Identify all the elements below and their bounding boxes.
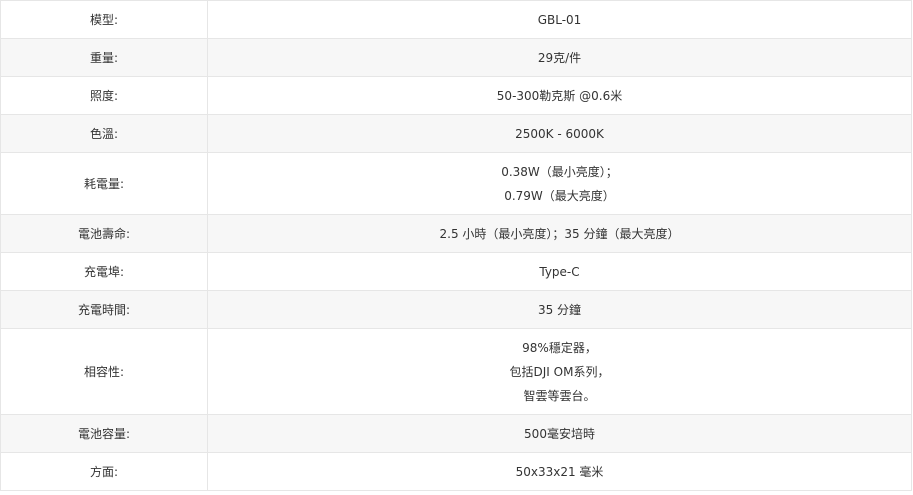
spec-value-line: 35 分鐘 — [537, 302, 582, 317]
spec-label: 模型: — [0, 0, 208, 39]
spec-row-dimensions: 方面: 50x33x21 毫米 — [0, 452, 912, 491]
spec-value-line: 智雲等雲台。 — [523, 388, 596, 403]
spec-row-weight: 重量: 29克/件 — [0, 38, 912, 77]
spec-value: Type-C — [207, 252, 912, 291]
spec-row-model: 模型: GBL-01 — [0, 0, 912, 39]
spec-value-line: 500毫安培時 — [524, 426, 595, 441]
spec-value: 50x33x21 毫米 — [207, 452, 912, 491]
spec-value-line: 98%穩定器， — [522, 340, 597, 355]
spec-label: 充電時間: — [0, 290, 208, 329]
spec-value: GBL-01 — [207, 0, 912, 39]
spec-value-line: 2.5 小時（最小亮度）；35 分鐘（最大亮度） — [439, 226, 680, 241]
spec-value-line: 50-300勒克斯 @0.6米 — [496, 88, 623, 103]
spec-value-line: GBL-01 — [537, 12, 582, 27]
spec-value: 98%穩定器， 包括DJI OM系列， 智雲等雲台。 — [207, 328, 912, 415]
spec-value: 35 分鐘 — [207, 290, 912, 329]
spec-row-battery-life: 電池壽命: 2.5 小時（最小亮度）；35 分鐘（最大亮度） — [0, 214, 912, 253]
spec-row-battery-capacity: 電池容量: 500毫安培時 — [0, 414, 912, 453]
spec-value-line: 29克/件 — [537, 50, 582, 65]
spec-value-line: 包括DJI OM系列， — [509, 364, 610, 379]
spec-label: 充電埠: — [0, 252, 208, 291]
spec-value-line: Type-C — [539, 264, 580, 279]
spec-value: 50-300勒克斯 @0.6米 — [207, 76, 912, 115]
spec-row-compatibility: 相容性: 98%穩定器， 包括DJI OM系列， 智雲等雲台。 — [0, 328, 912, 415]
spec-row-power-consumption: 耗電量: 0.38W（最小亮度）； 0.79W（最大亮度） — [0, 152, 912, 215]
spec-label: 方面: — [0, 452, 208, 491]
spec-value: 2500K - 6000K — [207, 114, 912, 153]
spec-label: 色溫: — [0, 114, 208, 153]
spec-table: 模型: GBL-01 重量: 29克/件 照度: 50-300勒克斯 @0.6米… — [0, 0, 912, 491]
spec-value: 0.38W（最小亮度）； 0.79W（最大亮度） — [207, 152, 912, 215]
spec-label: 重量: — [0, 38, 208, 77]
spec-value-line: 2500K - 6000K — [515, 126, 604, 141]
spec-row-charging-time: 充電時間: 35 分鐘 — [0, 290, 912, 329]
spec-row-charging-port: 充電埠: Type-C — [0, 252, 912, 291]
spec-value: 2.5 小時（最小亮度）；35 分鐘（最大亮度） — [207, 214, 912, 253]
spec-label: 照度: — [0, 76, 208, 115]
spec-label: 耗電量: — [0, 152, 208, 215]
spec-value-line: 0.79W（最大亮度） — [504, 188, 615, 203]
spec-value: 500毫安培時 — [207, 414, 912, 453]
spec-row-color-temperature: 色溫: 2500K - 6000K — [0, 114, 912, 153]
spec-label: 相容性: — [0, 328, 208, 415]
spec-row-illuminance: 照度: 50-300勒克斯 @0.6米 — [0, 76, 912, 115]
spec-value: 29克/件 — [207, 38, 912, 77]
spec-value-line: 50x33x21 毫米 — [515, 464, 604, 479]
spec-value-line: 0.38W（最小亮度）； — [501, 164, 618, 179]
spec-label: 電池容量: — [0, 414, 208, 453]
spec-label: 電池壽命: — [0, 214, 208, 253]
